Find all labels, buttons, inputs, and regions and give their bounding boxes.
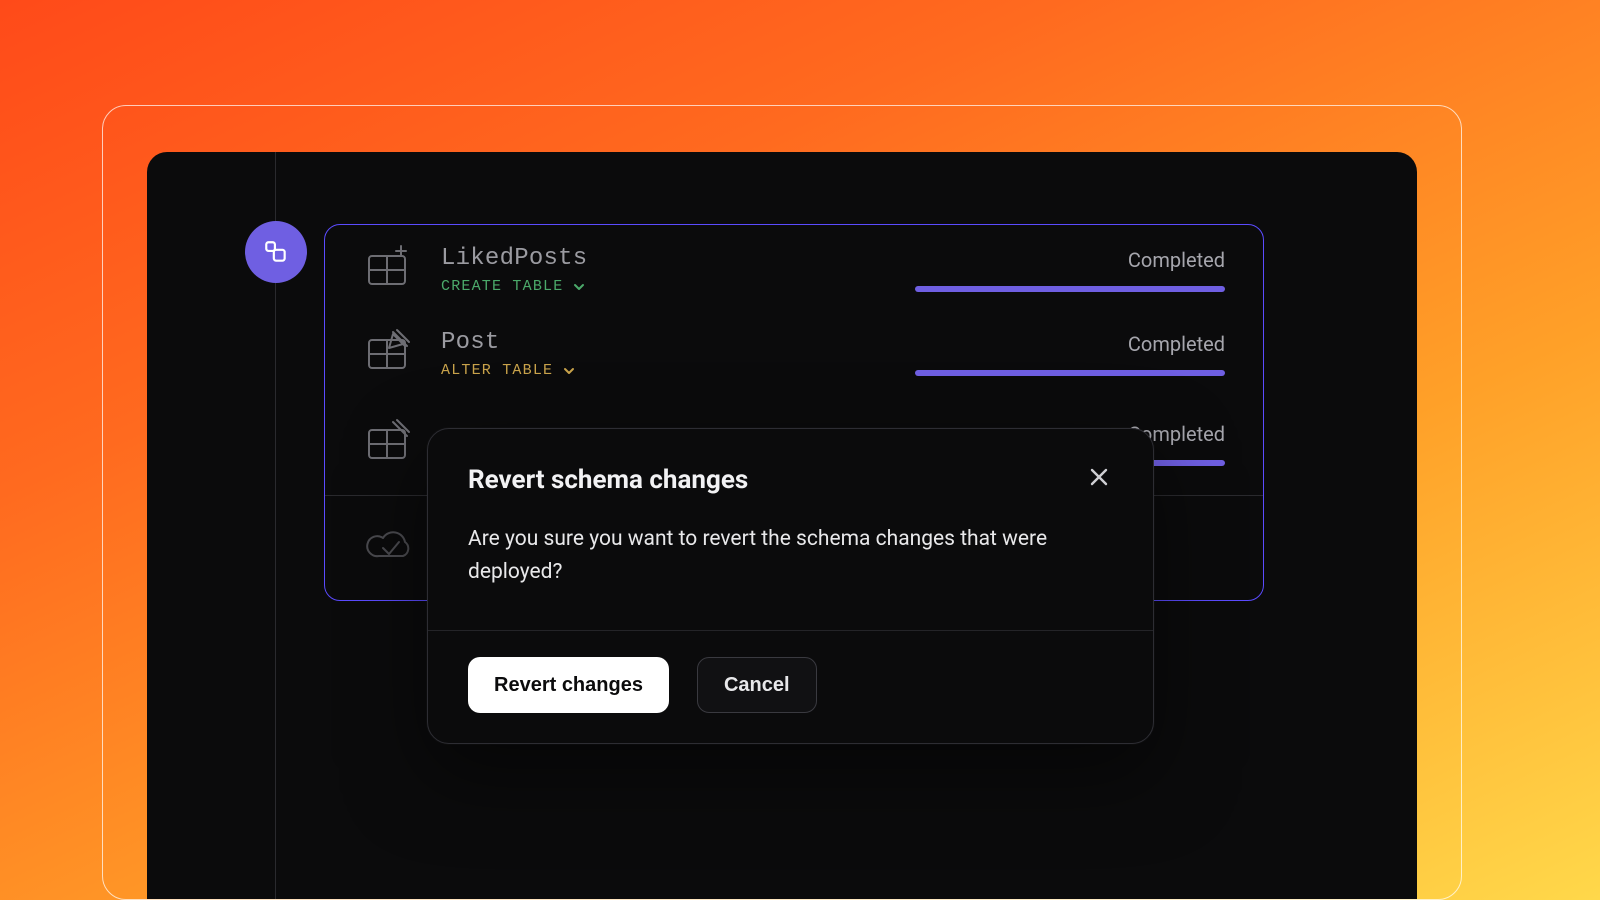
- close-icon: [1088, 466, 1110, 492]
- page-background: LikedPosts CREATE TABLE Completed: [0, 0, 1600, 900]
- revert-modal: Revert schema changes Are you sure you w…: [427, 428, 1154, 744]
- cancel-button[interactable]: Cancel: [697, 657, 817, 713]
- app-window: LikedPosts CREATE TABLE Completed: [147, 152, 1417, 900]
- revert-changes-button[interactable]: Revert changes: [468, 657, 669, 713]
- close-button[interactable]: [1085, 465, 1113, 493]
- button-label: Cancel: [724, 674, 790, 697]
- outer-frame: LikedPosts CREATE TABLE Completed: [102, 105, 1462, 900]
- modal-actions: Revert changes Cancel: [428, 630, 1153, 743]
- button-label: Revert changes: [494, 674, 643, 697]
- modal-body: Are you sure you want to revert the sche…: [428, 495, 1153, 630]
- modal-title: Revert schema changes: [468, 465, 748, 495]
